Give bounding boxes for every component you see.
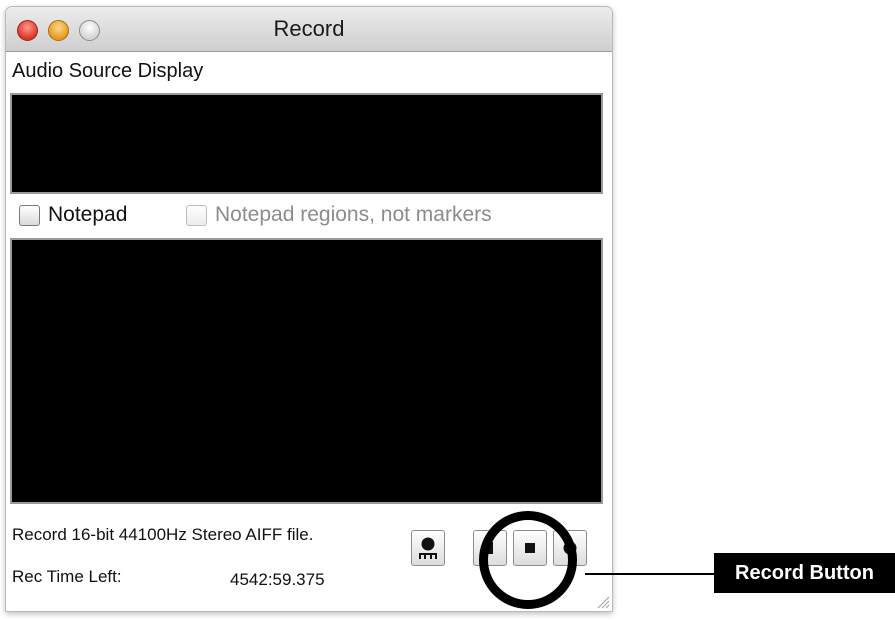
rec-time-left-label: Rec Time Left: (12, 567, 122, 586)
record-format-text: Record 16-bit 44100Hz Stereo AIFF file. (12, 525, 314, 544)
audio-source-display (10, 93, 603, 194)
audio-source-label: Audio Source Display (12, 60, 204, 82)
notepad-checkbox-label[interactable]: Notepad (48, 203, 127, 227)
window-title: Record (273, 16, 345, 41)
notepad-regions-checkbox[interactable] (186, 205, 207, 226)
record-button-callout: Record Button (714, 553, 895, 593)
resize-grip-icon[interactable] (596, 595, 610, 609)
level-meter-button[interactable] (411, 530, 445, 566)
callout-leader-line (585, 573, 714, 575)
notepad-regions-label[interactable]: Notepad regions, not markers (215, 203, 492, 227)
notepad-checkbox[interactable] (19, 205, 40, 226)
rec-time-left-value: 4542:59.375 (230, 570, 325, 589)
record-button-highlight-circle (479, 511, 577, 609)
level-meter-icon (419, 537, 437, 559)
title-bar[interactable]: Record (6, 7, 612, 52)
notepad-area[interactable] (10, 238, 603, 504)
